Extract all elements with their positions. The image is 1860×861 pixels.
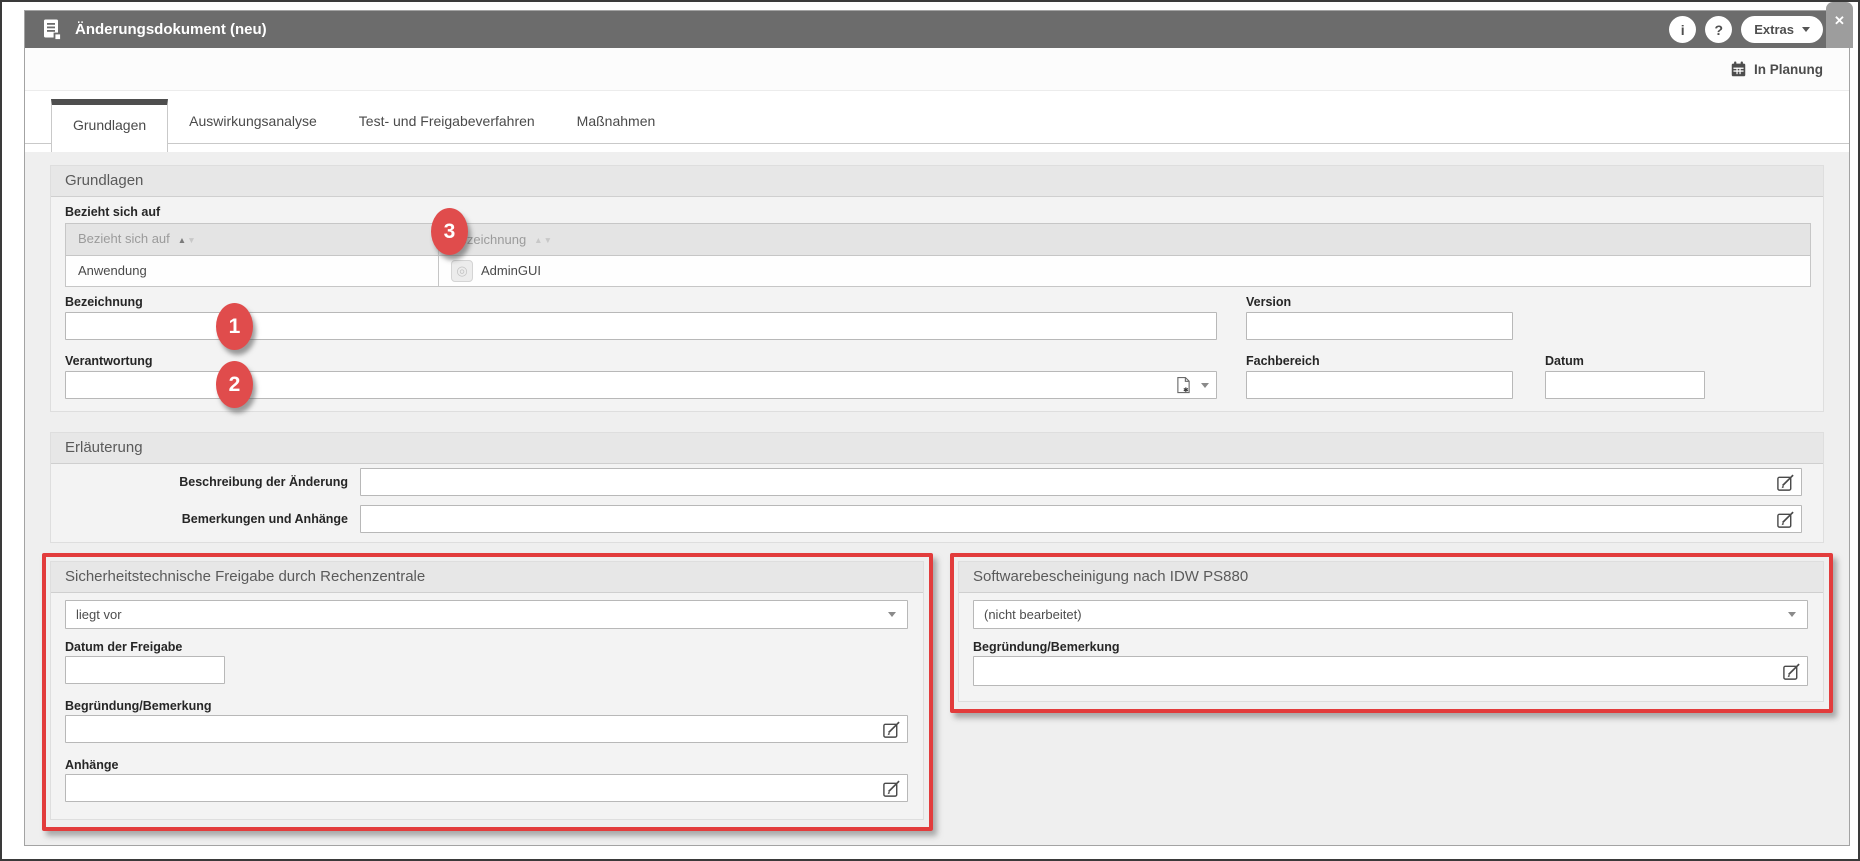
freigabe-status-value: liegt vor <box>76 607 122 622</box>
edit-pencil-icon <box>882 720 901 739</box>
fachbereich-input[interactable] <box>1246 371 1513 399</box>
tab-content: Grundlagen Bezieht sich auf Bezieht sich… <box>25 152 1849 845</box>
idw-status-select[interactable]: (nicht bearbeitet) <box>973 600 1808 629</box>
app-window: ✕ Änderungsdokument (neu) i ? Extras <box>24 10 1850 846</box>
tab-test-und-freigabeverfahren[interactable]: Test- und Freigabeverfahren <box>338 99 556 143</box>
edit-begruendung-button[interactable] <box>881 719 901 739</box>
idw-status-value: (nicht bearbeitet) <box>984 607 1082 622</box>
datum-der-freigabe-input[interactable] <box>65 656 225 684</box>
tab-auswirkungsanalyse[interactable]: Auswirkungsanalyse <box>168 99 338 143</box>
status-strip: In Planung <box>25 48 1849 91</box>
extras-button[interactable]: Extras <box>1741 16 1823 43</box>
document-icon <box>42 18 63 42</box>
anhaenge-input[interactable] <box>65 774 908 802</box>
titlebar: Änderungsdokument (neu) i ? Extras <box>25 11 1849 48</box>
callout-1: 1 <box>216 303 253 350</box>
edit-idw-begruendung-button[interactable] <box>1781 661 1801 681</box>
fachbereich-label: Fachbereich <box>1246 354 1320 368</box>
edit-pencil-icon <box>1776 510 1795 529</box>
bezieht-sich-auf-label: Bezieht sich auf <box>65 205 160 219</box>
freigabe-status-select[interactable]: liegt vor <box>65 600 908 629</box>
help-button[interactable]: ? <box>1705 16 1732 43</box>
bezeichnung-label: Bezeichnung <box>65 295 143 309</box>
info-button[interactable]: i <box>1669 16 1696 43</box>
tab-grundlagen[interactable]: Grundlagen <box>51 99 168 152</box>
table-header-row: Bezieht sich auf▲▼ Bezeichnung▲▼ <box>66 224 1810 256</box>
status-label: In Planung <box>1754 62 1823 77</box>
section-idw-ps880: Softwarebescheinigung nach IDW PS880 (ni… <box>958 561 1824 702</box>
cell-bezeichnung-text: AdminGUI <box>481 256 541 286</box>
verantwortung-label: Verantwortung <box>65 354 153 368</box>
begruendung-label: Begründung/Bemerkung <box>65 699 212 713</box>
edit-pencil-icon <box>1782 662 1801 681</box>
section-grundlagen: Grundlagen Bezieht sich auf Bezieht sich… <box>50 165 1824 412</box>
sort-desc-icon: ▼ <box>187 235 196 245</box>
section-erlaeuterung-header: Erläuterung <box>51 433 1823 464</box>
datum-label: Datum <box>1545 354 1584 368</box>
section-freigabe-header: Sicherheitstechnische Freigabe durch Rec… <box>51 562 923 593</box>
info-icon: i <box>1681 22 1685 38</box>
edit-anhaenge-button[interactable] <box>881 778 901 798</box>
cell-bezeichnung: ◎ AdminGUI <box>439 256 1810 286</box>
callout-3: 3 <box>431 208 468 255</box>
sort-asc-icon: ▲ <box>178 235 187 245</box>
datum-der-freigabe-label: Datum der Freigabe <box>65 640 182 654</box>
application-icon: ◎ <box>451 260 473 282</box>
beschreibung-der-aenderung-input[interactable] <box>360 468 1802 496</box>
section-erlaeuterung: Erläuterung Beschreibung der Änderung Be… <box>50 432 1824 543</box>
edit-pencil-icon <box>1776 473 1795 492</box>
beschreibung-label: Beschreibung der Änderung <box>65 475 348 489</box>
idw-begruendung-label: Begründung/Bemerkung <box>973 640 1120 654</box>
version-input[interactable] <box>1246 312 1513 340</box>
tabbar: Grundlagen Auswirkungsanalyse Test- und … <box>51 99 676 152</box>
bemerkungen-und-anhaenge-input[interactable] <box>360 505 1802 533</box>
edit-bemerkungen-button[interactable] <box>1775 509 1795 529</box>
section-grundlagen-header: Grundlagen <box>51 166 1823 197</box>
extras-label: Extras <box>1754 22 1794 37</box>
bezieht-sich-auf-table: Bezieht sich auf▲▼ Bezeichnung▲▼ Anwendu… <box>65 223 1811 287</box>
sort-desc-icon: ▼ <box>544 235 553 245</box>
version-label: Version <box>1246 295 1291 309</box>
screenshot-frame: ✕ Änderungsdokument (neu) i ? Extras <box>0 0 1860 861</box>
new-document-icon[interactable] <box>1176 376 1191 394</box>
workflow-status: In Planung <box>1731 48 1823 90</box>
table-row[interactable]: Anwendung ◎ AdminGUI <box>66 256 1810 286</box>
help-icon: ? <box>1714 22 1723 38</box>
close-icon: ✕ <box>1834 13 1845 29</box>
column-header-bezieht-sich-auf[interactable]: Bezieht sich auf▲▼ <box>66 224 439 255</box>
tab-massnahmen[interactable]: Maßnahmen <box>556 99 677 143</box>
calendar-icon <box>1731 61 1746 77</box>
column-header-bezeichnung[interactable]: Bezeichnung▲▼ <box>439 224 1810 255</box>
edit-pencil-icon <box>882 779 901 798</box>
dropdown-caret-icon[interactable] <box>1201 383 1209 388</box>
close-button[interactable]: ✕ <box>1826 2 1853 48</box>
sort-asc-icon: ▲ <box>534 235 543 245</box>
datum-input[interactable] <box>1545 371 1705 399</box>
anhaenge-label: Anhänge <box>65 758 118 772</box>
idw-begruendung-input[interactable] <box>973 656 1808 686</box>
window-title: Änderungsdokument (neu) <box>75 11 267 48</box>
callout-2: 2 <box>216 361 253 408</box>
chevron-down-icon <box>1802 27 1810 32</box>
edit-beschreibung-button[interactable] <box>1775 472 1795 492</box>
section-idw-header: Softwarebescheinigung nach IDW PS880 <box>959 562 1823 593</box>
bemerkungen-label: Bemerkungen und Anhänge <box>65 512 348 526</box>
cell-typ: Anwendung <box>66 256 439 286</box>
freigabe-begruendung-input[interactable] <box>65 715 908 743</box>
section-freigabe-rechenzentrale: Sicherheitstechnische Freigabe durch Rec… <box>50 561 924 820</box>
dropdown-caret-icon <box>1788 612 1796 617</box>
dropdown-caret-icon <box>888 612 896 617</box>
